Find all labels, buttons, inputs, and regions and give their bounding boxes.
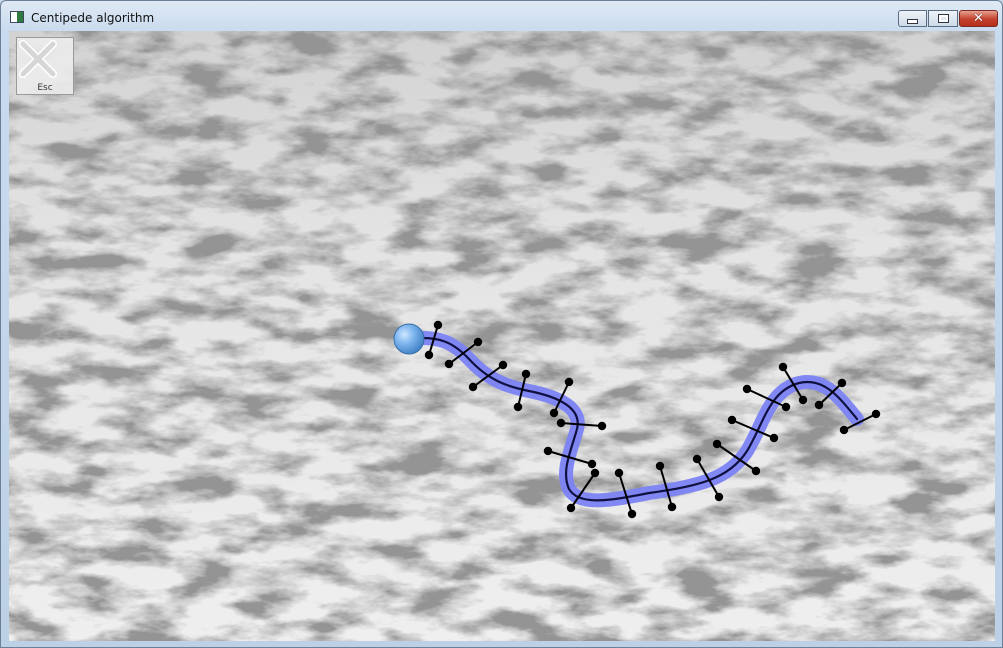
maximize-button[interactable] bbox=[928, 10, 958, 27]
centipede-head[interactable] bbox=[393, 323, 425, 355]
marble-ground bbox=[9, 31, 995, 641]
esc-label: Esc bbox=[37, 83, 53, 93]
app-icon bbox=[10, 11, 24, 23]
title-bar[interactable]: Centipede algorithm ✕ bbox=[1, 1, 1002, 31]
window-title: Centipede algorithm bbox=[31, 11, 155, 25]
close-button[interactable]: ✕ bbox=[959, 10, 998, 27]
minimize-button[interactable] bbox=[898, 10, 927, 27]
esc-close-icon bbox=[19, 40, 57, 78]
close-icon: ✕ bbox=[973, 11, 984, 26]
esc-button[interactable]: Esc bbox=[16, 37, 74, 95]
application-window: Centipede algorithm ✕ Esc bbox=[0, 0, 1003, 648]
maximize-icon bbox=[929, 11, 957, 26]
minimize-icon bbox=[899, 11, 926, 26]
scene-canvas[interactable] bbox=[9, 31, 995, 641]
3d-viewport[interactable]: Esc bbox=[9, 31, 995, 641]
